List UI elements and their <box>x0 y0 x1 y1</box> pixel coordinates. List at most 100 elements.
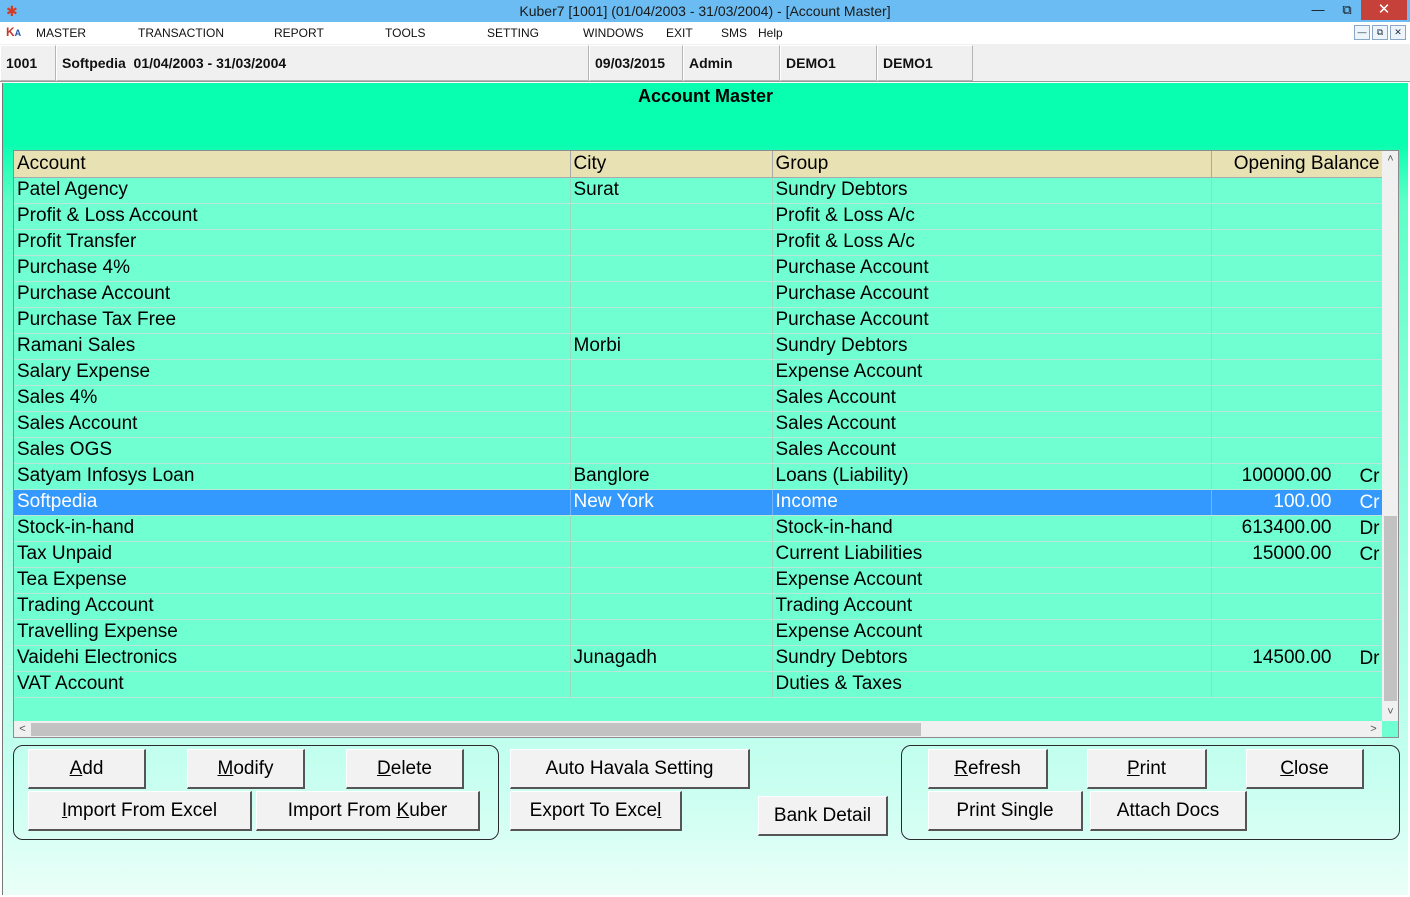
bank-detail-button[interactable]: Bank Detail <box>758 796 888 836</box>
print-single-button[interactable]: Print Single <box>928 791 1083 831</box>
cell-group: Purchase Account <box>772 255 1212 282</box>
table-row[interactable]: Tea Expense Expense Account <box>14 567 1383 594</box>
scroll-down-icon[interactable]: ˅ <box>1382 704 1398 721</box>
cell-group: Purchase Account <box>772 307 1212 334</box>
auto-havala-setting-button[interactable]: Auto Havala Setting <box>510 749 750 789</box>
database-name-2: DEMO1 <box>877 45 973 81</box>
cell-group: Expense Account <box>772 567 1212 594</box>
cell-group: Sales Account <box>772 437 1212 464</box>
refresh-button[interactable]: Refresh <box>928 749 1048 789</box>
menu-windows[interactable]: WINDOWS <box>583 26 644 40</box>
scroll-left-icon[interactable]: < <box>14 721 31 737</box>
vertical-scrollbar[interactable]: ˄ ˅ <box>1382 151 1398 721</box>
table-row[interactable]: Softpedia New York Income 100.00 Cr <box>14 489 1383 516</box>
cell-city <box>570 255 773 282</box>
cell-group: Purchase Account <box>772 281 1212 308</box>
table-row[interactable]: Salary Expense Expense Account <box>14 359 1383 386</box>
cell-city <box>570 385 773 412</box>
mdi-restore-button[interactable]: ⧉ <box>1372 25 1388 40</box>
app-logo-icon[interactable]: KA <box>6 25 21 39</box>
menu-report[interactable]: REPORT <box>274 26 324 40</box>
table-row[interactable]: Purchase 4% Purchase Account <box>14 255 1383 282</box>
scroll-up-icon[interactable]: ˄ <box>1382 151 1398 168</box>
import-from-excel-button[interactable]: Import From Excel <box>28 791 252 831</box>
cell-city <box>570 359 773 386</box>
table-row[interactable]: Purchase Account Purchase Account <box>14 281 1383 308</box>
horizontal-scroll-thumb[interactable] <box>31 723 921 736</box>
table-row[interactable]: Profit Transfer Profit & Loss A/c <box>14 229 1383 256</box>
column-header-group[interactable]: Group <box>772 151 1212 178</box>
table-row[interactable]: Purchase Tax Free Purchase Account <box>14 307 1383 334</box>
table-row[interactable]: Stock-in-hand Stock-in-hand 613400.00 Dr <box>14 515 1383 542</box>
cell-group: Sales Account <box>772 385 1212 412</box>
column-header-city[interactable]: City <box>570 151 773 178</box>
cell-opening-balance: 613400.00 Dr <box>1211 515 1383 542</box>
balance-dr-cr: Cr <box>1359 491 1380 513</box>
balance-dr-cr: Cr <box>1359 465 1380 487</box>
menu-exit[interactable]: EXIT <box>666 26 693 40</box>
table-row[interactable]: VAT Account Duties & Taxes <box>14 671 1383 698</box>
mdi-minimize-button[interactable]: — <box>1354 25 1370 40</box>
cell-group: Profit & Loss A/c <box>772 229 1212 256</box>
column-header-account[interactable]: Account <box>14 151 571 178</box>
menu-tools[interactable]: TOOLS <box>385 26 425 40</box>
delete-button[interactable]: Delete <box>346 749 464 789</box>
menu-sms[interactable]: SMS <box>721 26 747 40</box>
current-date: 09/03/2015 <box>589 45 683 81</box>
table-row[interactable]: Satyam Infosys Loan Banglore Loans (Liabil… <box>14 463 1383 490</box>
table-row[interactable]: Trading Account Trading Account <box>14 593 1383 620</box>
scroll-right-icon[interactable]: > <box>1365 721 1382 737</box>
import-from-kuber-button[interactable]: Import From Kuber <box>256 791 480 831</box>
cell-group: Sales Account <box>772 411 1212 438</box>
cell-account: Stock-in-hand <box>14 515 571 542</box>
cell-opening-balance <box>1211 671 1383 698</box>
balance-amount: 613400.00 <box>1241 517 1332 538</box>
table-row[interactable]: Sales OGS Sales Account <box>14 437 1383 464</box>
mdi-close-button[interactable]: ✕ <box>1390 25 1406 40</box>
balance-amount: 100.00 <box>1273 491 1332 512</box>
menu-setting[interactable]: SETTING <box>487 26 539 40</box>
table-row[interactable]: Vaidehi Electronics Junagadh Sundry Debtor… <box>14 645 1383 672</box>
user-name: Admin <box>683 45 780 81</box>
attach-docs-button[interactable]: Attach Docs <box>1090 791 1247 831</box>
cell-account: Purchase 4% <box>14 255 571 282</box>
restore-button[interactable]: ⧉ <box>1332 0 1362 20</box>
cell-account: Softpedia <box>14 489 571 516</box>
menu-transaction[interactable]: TRANSACTION <box>138 26 224 40</box>
modify-button[interactable]: Modify <box>187 749 305 789</box>
horizontal-scrollbar[interactable]: < > <box>14 721 1382 737</box>
menu-bar: KA MASTER TRANSACTION REPORT TOOLS SETTI… <box>0 22 1410 44</box>
menu-master[interactable]: MASTER <box>36 26 86 40</box>
export-to-excel-button[interactable]: Export To Excel <box>510 791 682 831</box>
print-button[interactable]: Print <box>1087 749 1207 789</box>
table-row[interactable]: Sales 4% Sales Account <box>14 385 1383 412</box>
cell-city <box>570 541 773 568</box>
account-grid[interactable]: Account City Group Opening Balance Patel… <box>13 150 1399 738</box>
table-header-row: Account City Group Opening Balance <box>14 151 1383 178</box>
table-row[interactable]: Tax Unpaid Current Liabilities 15000.00 Cr <box>14 541 1383 568</box>
cell-group: Sundry Debtors <box>772 333 1212 360</box>
table-row[interactable]: Travelling Expense Expense Account <box>14 619 1383 646</box>
cell-city <box>570 203 773 230</box>
close-button[interactable]: Close <box>1246 749 1364 789</box>
cell-opening-balance <box>1211 385 1383 412</box>
add-button[interactable]: Add <box>28 749 146 789</box>
cell-city: Surat <box>570 177 773 204</box>
column-header-opening-balance[interactable]: Opening Balance <box>1211 151 1383 178</box>
close-window-button[interactable]: ✕ <box>1361 0 1407 20</box>
table-row[interactable]: Patel Agency Surat Sundry Debtors <box>14 177 1383 204</box>
table-row[interactable]: Profit & Loss Account Profit & Loss A/c <box>14 203 1383 230</box>
cell-city: New York <box>570 489 773 516</box>
cell-opening-balance: 14500.00 Dr <box>1211 645 1383 672</box>
minimize-button[interactable]: — <box>1303 0 1333 20</box>
cell-account: Trading Account <box>14 593 571 620</box>
table-row[interactable]: Ramani Sales Morbi Sundry Debtors <box>14 333 1383 360</box>
cell-account: Profit Transfer <box>14 229 571 256</box>
vertical-scroll-thumb[interactable] <box>1384 516 1397 701</box>
cell-city: Junagadh <box>570 645 773 672</box>
cell-opening-balance: 100000.00 Cr <box>1211 463 1383 490</box>
table-row[interactable]: Sales Account Sales Account <box>14 411 1383 438</box>
cell-opening-balance <box>1211 359 1383 386</box>
menu-help[interactable]: Help <box>758 26 783 40</box>
cell-city: Banglore <box>570 463 773 490</box>
